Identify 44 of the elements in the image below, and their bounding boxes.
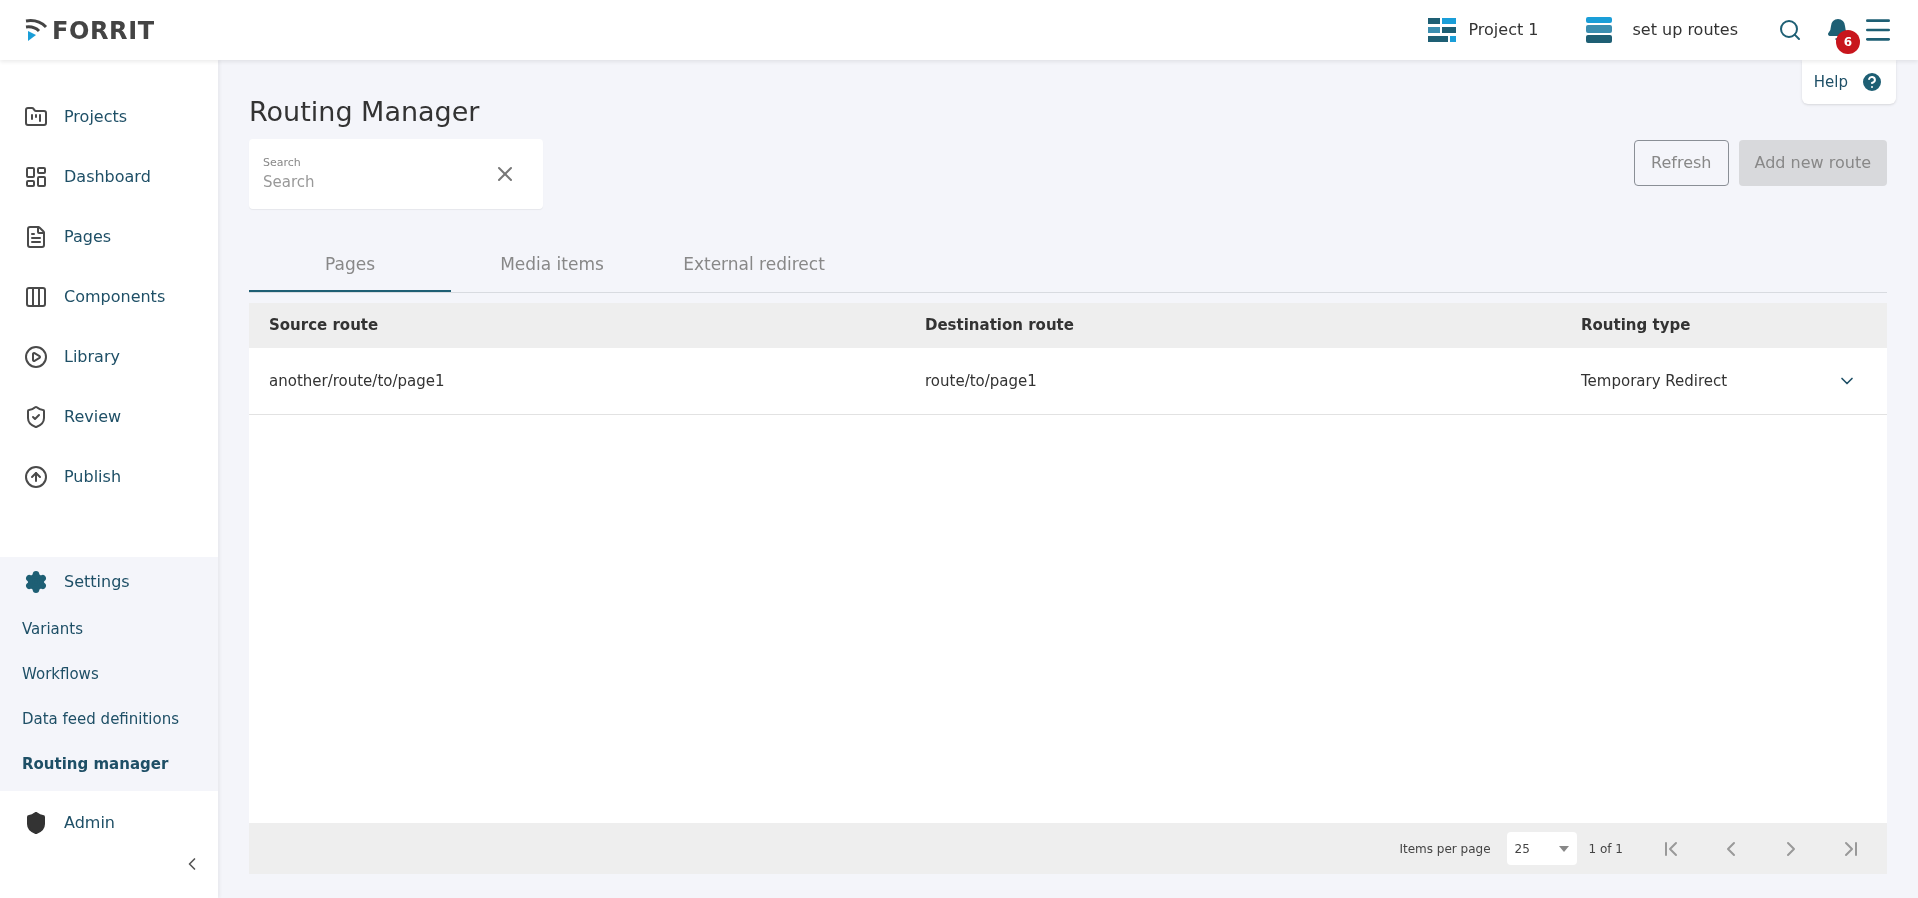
dropdown-icon [1558, 845, 1569, 852]
upload-icon [24, 465, 48, 489]
search-icon[interactable] [1778, 18, 1802, 42]
logo[interactable]: FORRIT [24, 17, 155, 43]
shield-icon [24, 810, 48, 835]
dashboard-icon [24, 165, 48, 189]
page-title: Routing Manager [249, 98, 481, 125]
help-tooltip[interactable]: Help [1801, 60, 1896, 104]
workflow-icon [1586, 17, 1613, 43]
sidebar-item[interactable]: Library [0, 327, 218, 387]
table-cell-text: route/to/page1 [925, 370, 1038, 392]
play-icon [24, 345, 48, 369]
sidebar-subitem[interactable]: Routing manager [0, 742, 218, 787]
page-info: 1 of 1 [1588, 840, 1623, 858]
columns-icon [24, 285, 48, 309]
help-icon [1860, 70, 1884, 94]
sidebar-item[interactable]: Dashboard [0, 147, 218, 207]
search-label: Search [263, 154, 302, 171]
workflow-name[interactable]: set up routes [1632, 18, 1738, 42]
search-input[interactable]: Search [263, 171, 493, 194]
table-cell-text: another/route/to/page1 [269, 370, 446, 392]
items-per-page-select[interactable]: 25 [1506, 832, 1577, 865]
sidebar-item[interactable]: Settings [0, 557, 218, 607]
project-icon [1428, 18, 1457, 42]
sidebar-subitem[interactable]: Data feed definitions [0, 697, 218, 742]
sidebar-item[interactable]: Admin [0, 795, 218, 850]
sidebar-item[interactable]: Pages [0, 207, 218, 267]
column-header: Source route [269, 315, 380, 337]
shield-check-icon [24, 405, 48, 429]
column-header: Destination route [925, 315, 1075, 337]
sidebar-item[interactable]: Components [0, 267, 218, 327]
document-icon [24, 225, 48, 249]
notification-badge: 6 [1836, 30, 1860, 54]
project-name[interactable]: Project 1 [1468, 18, 1539, 42]
sidebar-item[interactable]: Review [0, 387, 218, 447]
column-header: Routing type [1581, 315, 1692, 337]
items-per-page-label: Items per page [1399, 840, 1491, 858]
table-cell-text: Temporary Redirect [1581, 370, 1729, 392]
sidebar-item[interactable]: Publish [0, 447, 218, 507]
table-row[interactable]: another/route/to/page1 route/to/page1 Temporary Redirect [249, 348, 1887, 415]
sidebar-subitem[interactable]: Workflows [0, 652, 218, 697]
search-field[interactable]: Search Search [249, 139, 543, 209]
sidebar-item[interactable]: Projects [0, 87, 218, 147]
sidebar-subitem[interactable]: Variants [0, 607, 218, 652]
